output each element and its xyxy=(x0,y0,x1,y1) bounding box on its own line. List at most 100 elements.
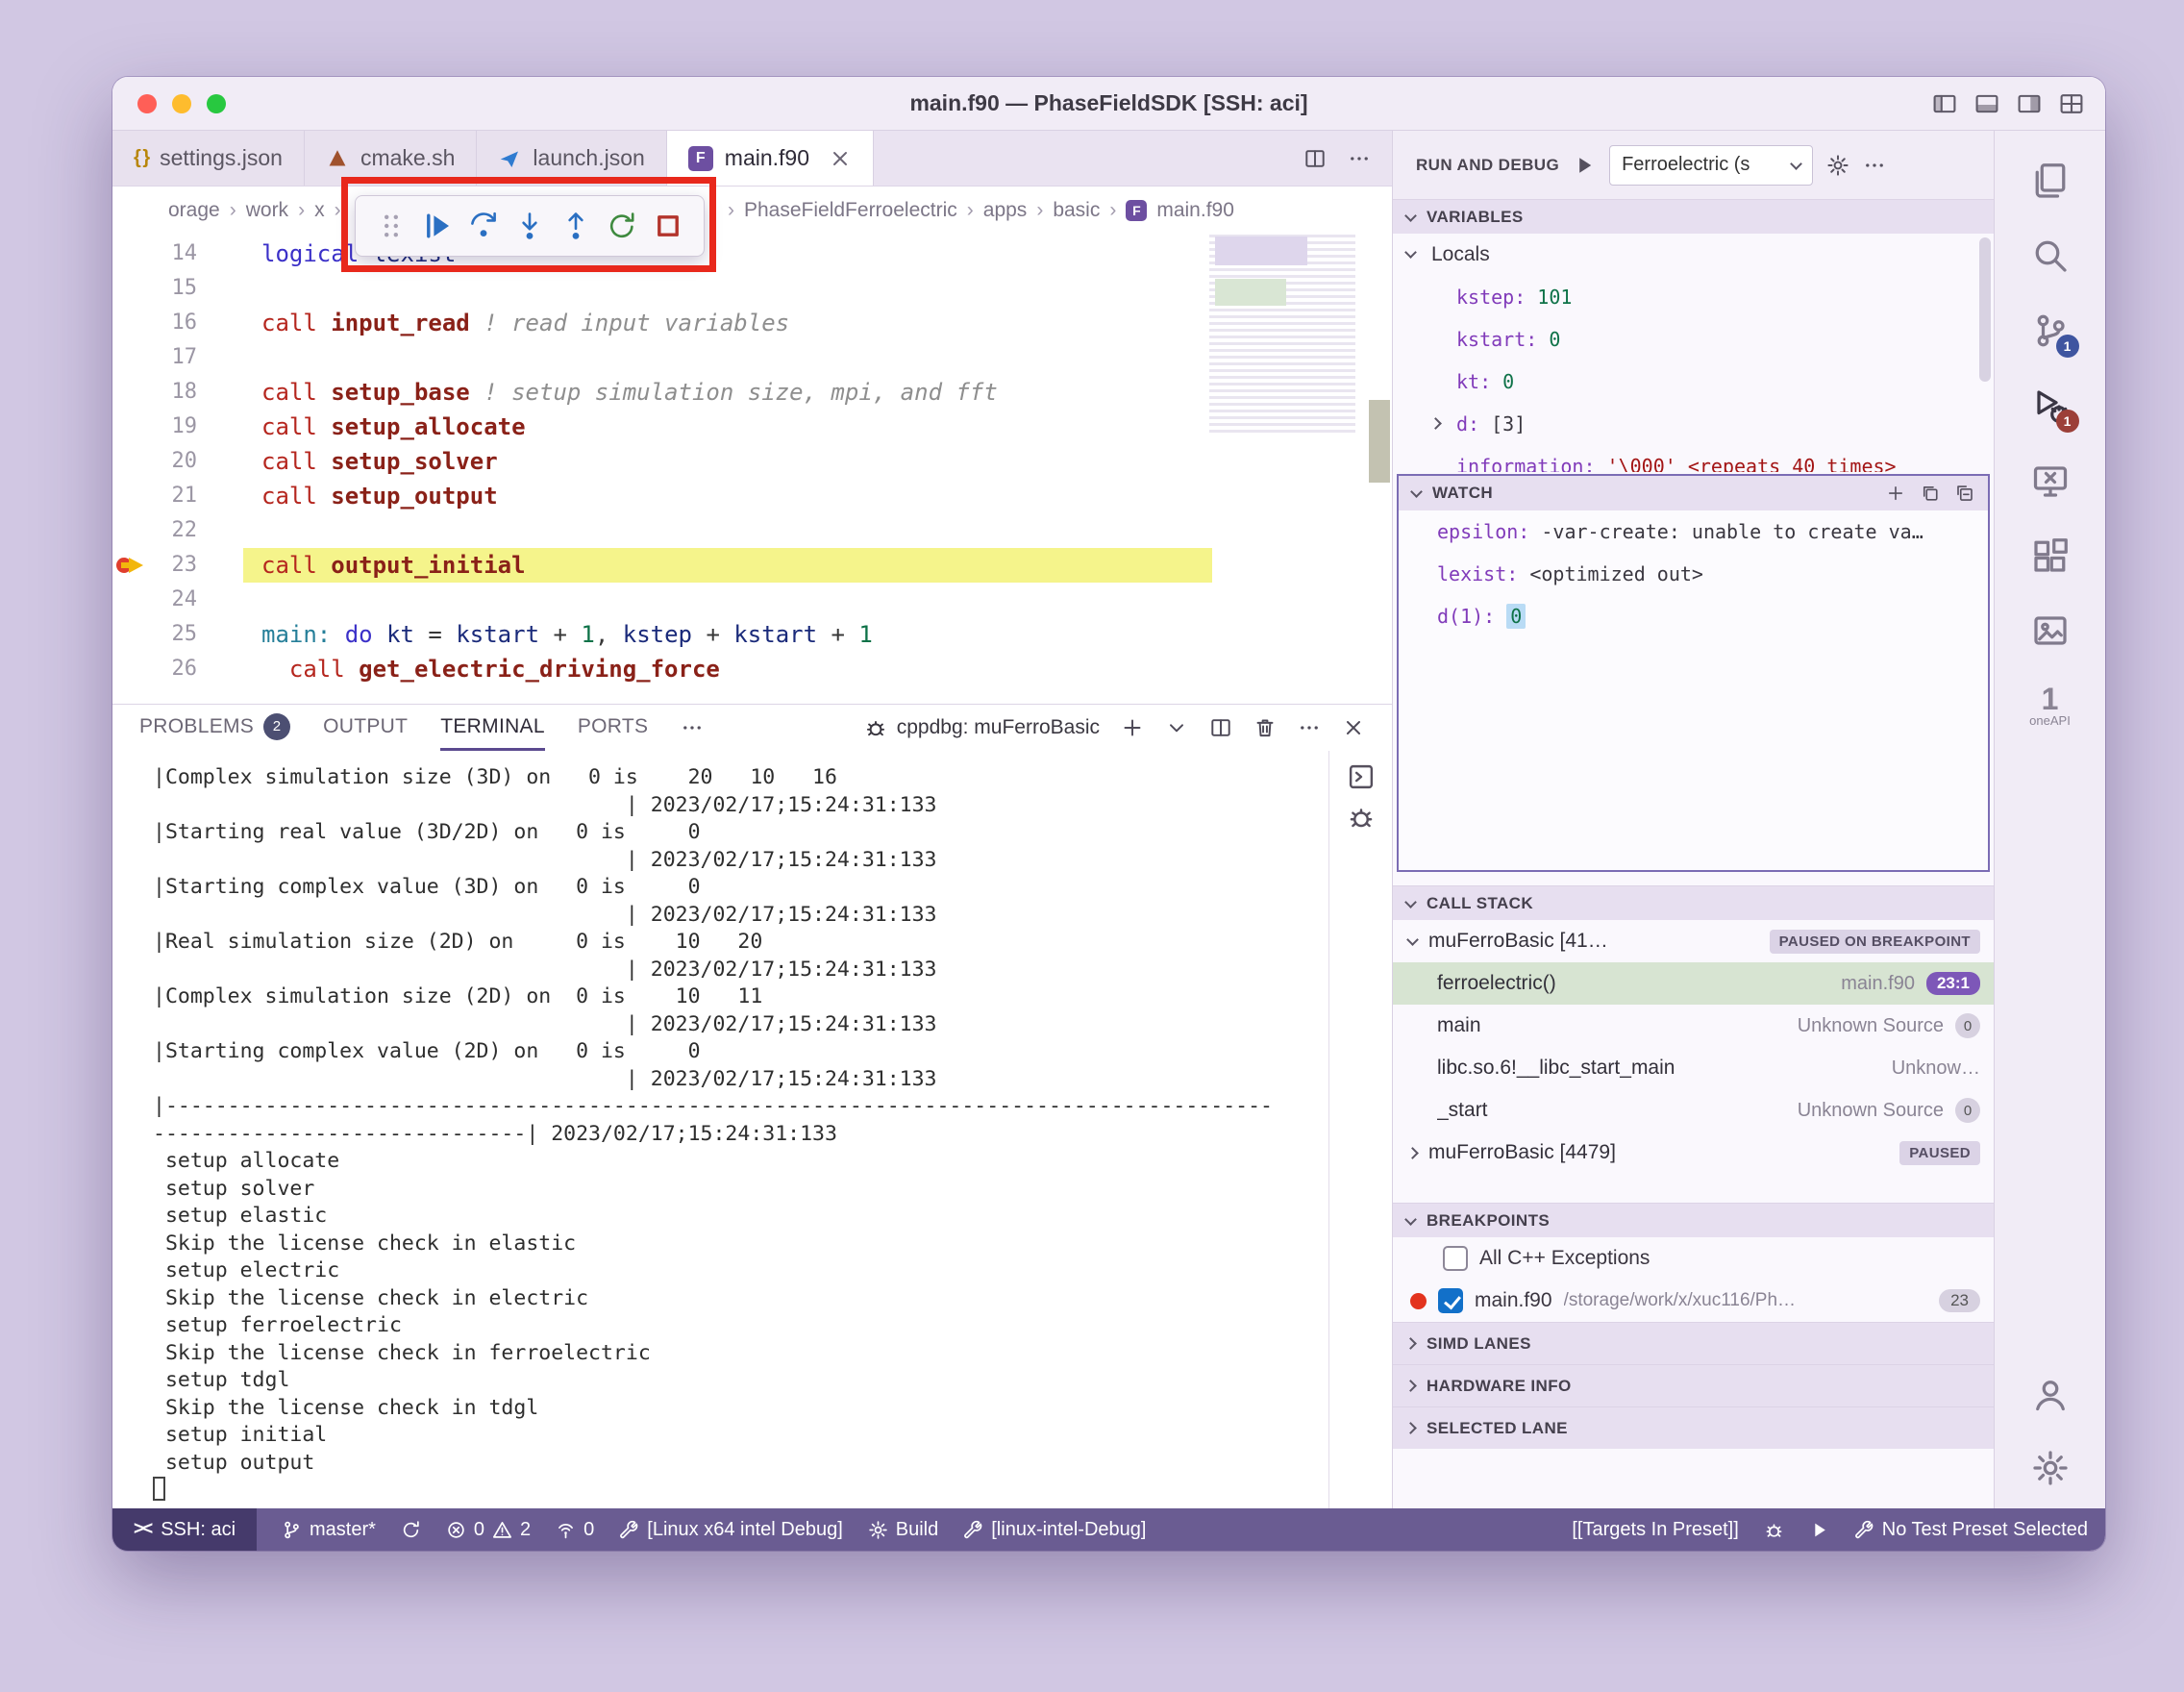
breakpoints-section-header[interactable]: BREAKPOINTS xyxy=(1393,1203,1994,1237)
minimize-window-button[interactable] xyxy=(172,94,191,113)
section-simd-lanes[interactable]: SIMD LANES xyxy=(1393,1322,1994,1364)
variable-kt[interactable]: kt: 0 xyxy=(1393,361,1994,403)
breadcrumb-item[interactable]: PhaseFieldFerroelectric xyxy=(744,199,957,222)
status-debug-target[interactable] xyxy=(1764,1520,1784,1540)
stack-frame-libc-so-6-__libc_start_main[interactable]: libc.so.6!__libc_start_mainUnknow… xyxy=(1393,1047,1994,1089)
debug-config-select[interactable]: Ferroelectric (s xyxy=(1609,145,1813,186)
trash-icon[interactable] xyxy=(1253,716,1277,739)
restart-button[interactable] xyxy=(607,211,637,241)
add-icon[interactable] xyxy=(1121,716,1144,739)
close-window-button[interactable] xyxy=(137,94,157,113)
step-over-button[interactable] xyxy=(468,211,499,241)
stack-frame-muFerroBasic-41-[interactable]: muFerroBasic [41…PAUSED ON BREAKPOINT xyxy=(1393,920,1994,962)
status-cmake-build[interactable]: Build xyxy=(868,1519,938,1541)
panel-tab-problems[interactable]: PROBLEMS2 xyxy=(139,705,290,751)
debug-bug-icon[interactable] xyxy=(1347,803,1376,832)
breadcrumb-item[interactable]: basic xyxy=(1053,199,1100,222)
activity-run-and-debug[interactable]: 1 xyxy=(2027,383,2073,429)
panel-tab-ports[interactable]: PORTS xyxy=(578,705,648,751)
more-icon[interactable] xyxy=(1863,154,1886,177)
copy-icon[interactable] xyxy=(1921,484,1940,503)
debug-session[interactable]: cppdbg: muFerroBasic xyxy=(864,716,1100,739)
breakpoint-main-f90[interactable]: main.f90/storage/work/x/xuc116/Ph…23 xyxy=(1393,1280,1994,1322)
panel-tab-terminal[interactable]: TERMINAL xyxy=(440,705,545,751)
code-editor[interactable]: 14logical lexist1516call input_read ! re… xyxy=(112,235,1392,704)
stack-frame-muFerroBasic-4479-[interactable]: muFerroBasic [4479]PAUSED xyxy=(1393,1132,1994,1174)
layout-grid-icon[interactable] xyxy=(2059,91,2084,116)
activity-extensions[interactable] xyxy=(2027,533,2073,579)
variables-section-header[interactable]: VARIABLES xyxy=(1393,199,1994,234)
watch-lexist[interactable]: lexist: <optimized out> xyxy=(1399,553,1988,595)
close-tab-icon[interactable] xyxy=(829,147,852,170)
debug-start-icon[interactable] xyxy=(1573,154,1596,177)
breakpoint-checkbox[interactable] xyxy=(1443,1246,1468,1271)
continue-button[interactable] xyxy=(422,211,453,241)
add-icon[interactable] xyxy=(1886,484,1905,503)
more-icon[interactable] xyxy=(681,716,704,739)
activity-accounts[interactable] xyxy=(2027,1372,2073,1418)
activity-manage[interactable] xyxy=(2027,1445,2073,1491)
status-targets-preset[interactable]: [[Targets In Preset]] xyxy=(1572,1519,1738,1541)
panel-tab-output[interactable]: OUTPUT xyxy=(323,705,408,751)
activity-oneapi[interactable]: 1oneAPI xyxy=(2027,683,2073,729)
chevron-right-icon[interactable] xyxy=(1429,417,1442,430)
stack-frame-main[interactable]: mainUnknown Source0 xyxy=(1393,1005,1994,1047)
variable-kstep[interactable]: kstep: 101 xyxy=(1393,276,1994,318)
terminal[interactable]: |Complex simulation size (3D) on 0 is 20… xyxy=(112,751,1328,1508)
status-test-preset[interactable]: No Test Preset Selected xyxy=(1854,1519,2088,1541)
breadcrumb-item[interactable]: apps xyxy=(983,199,1028,222)
tab-launch.json[interactable]: launch.json xyxy=(477,131,666,186)
panel-left-icon[interactable] xyxy=(1932,91,1957,116)
zoom-window-button[interactable] xyxy=(207,94,226,113)
editor-scrollbar[interactable] xyxy=(1369,400,1390,483)
call-stack-section-header[interactable]: CALL STACK xyxy=(1393,885,1994,920)
variable-d[interactable]: d: [3] xyxy=(1393,403,1994,445)
close-icon[interactable] xyxy=(1342,716,1365,739)
breadcrumb-item[interactable]: orage xyxy=(168,199,220,222)
panel-bottom-icon[interactable] xyxy=(1974,91,1999,116)
collapse-all-icon[interactable] xyxy=(1955,484,1974,503)
status-cmake-preset[interactable]: [linux-intel-Debug] xyxy=(963,1519,1146,1541)
activity-image-viewer[interactable] xyxy=(2027,608,2073,654)
activity-explorer[interactable] xyxy=(2027,158,2073,204)
chevron-down-icon[interactable] xyxy=(1404,246,1417,259)
status-ports[interactable]: 0 xyxy=(556,1519,594,1541)
activity-search[interactable] xyxy=(2027,233,2073,279)
activity-remote-explorer[interactable] xyxy=(2027,458,2073,504)
minimap[interactable] xyxy=(1209,235,1355,436)
section-selected-lane[interactable]: SELECTED LANE xyxy=(1393,1406,1994,1449)
breadcrumb-item[interactable]: main.f90 xyxy=(1156,199,1234,222)
stack-frame-ferroelectric-[interactable]: ferroelectric()main.f9023:1 xyxy=(1393,962,1994,1005)
step-into-button[interactable] xyxy=(514,211,545,241)
variable-kstart[interactable]: kstart: 0 xyxy=(1393,318,1994,361)
split-editor-icon[interactable] xyxy=(1303,147,1327,170)
tab-main.f90[interactable]: Fmain.f90 xyxy=(667,131,874,186)
step-out-button[interactable] xyxy=(560,211,591,241)
more-icon[interactable] xyxy=(1298,716,1321,739)
terminal-box-icon[interactable] xyxy=(1347,762,1376,791)
status-launch-target[interactable] xyxy=(1809,1520,1829,1540)
status-cmake-kit[interactable]: [Linux x64 intel Debug] xyxy=(619,1519,842,1541)
gear-icon[interactable] xyxy=(1826,154,1849,177)
section-hardware-info[interactable]: HARDWARE INFO xyxy=(1393,1364,1994,1406)
breadcrumb-item[interactable]: work xyxy=(246,199,288,222)
panel-right-icon[interactable] xyxy=(2017,91,2042,116)
split-editor-icon[interactable] xyxy=(1209,716,1232,739)
chevron-down-icon[interactable] xyxy=(1165,716,1188,739)
status-sync[interactable] xyxy=(401,1520,421,1540)
watch-d(1)[interactable]: d(1): 0 xyxy=(1399,595,1988,637)
more-icon[interactable] xyxy=(1348,147,1371,170)
watch-section-header[interactable]: WATCH xyxy=(1399,476,1988,510)
breakpoint-All-C-Exceptions[interactable]: All C++ Exceptions xyxy=(1393,1237,1994,1280)
grip-button[interactable] xyxy=(376,211,407,241)
remote-indicator[interactable]: >< SSH: aci xyxy=(112,1508,257,1551)
tab-settings.json[interactable]: { }settings.json xyxy=(112,131,305,186)
breakpoint-checkbox[interactable] xyxy=(1438,1288,1463,1313)
stack-frame-_start[interactable]: _startUnknown Source0 xyxy=(1393,1089,1994,1132)
status-problems[interactable]: 02 xyxy=(446,1519,531,1541)
status-git-branch[interactable]: master* xyxy=(282,1519,376,1541)
scope-locals[interactable]: Locals xyxy=(1393,234,1994,276)
variable-information[interactable]: information: '\000' <repeats 40 times> xyxy=(1393,445,1994,472)
stop-button[interactable] xyxy=(653,211,683,241)
breadcrumb-item[interactable]: x xyxy=(314,199,325,222)
